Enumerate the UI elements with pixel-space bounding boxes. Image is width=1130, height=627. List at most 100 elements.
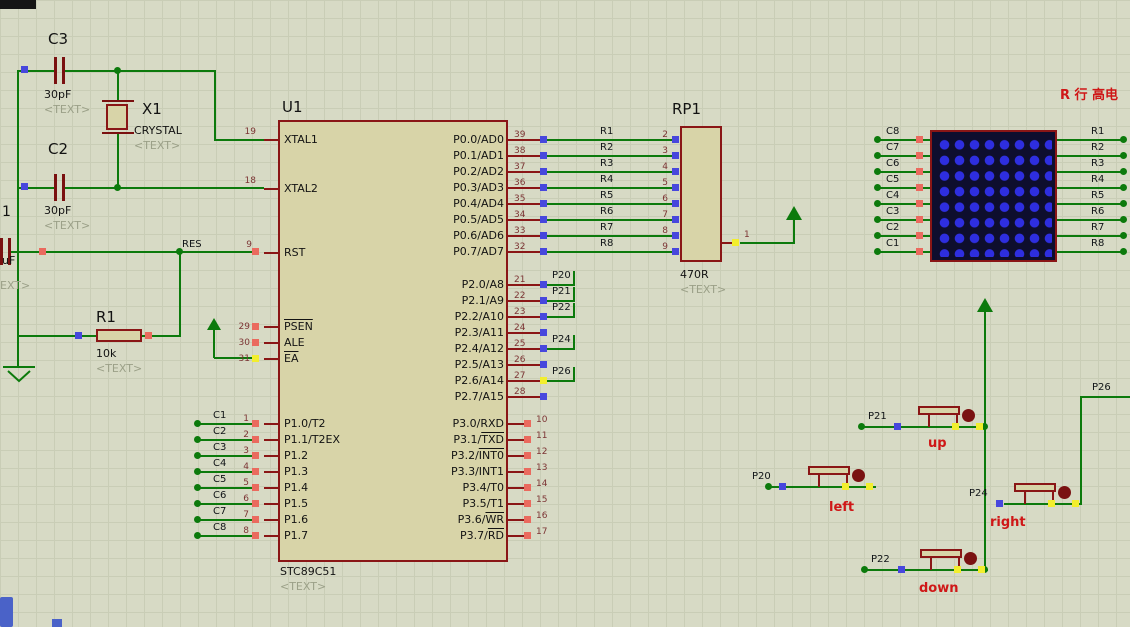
state-marker [252, 452, 259, 459]
wire[interactable] [573, 367, 575, 382]
power-arrow-icon[interactable] [207, 318, 221, 330]
wire[interactable] [547, 348, 575, 350]
state-marker [916, 136, 923, 143]
wire[interactable] [1057, 187, 1125, 189]
crystal-x1-body[interactable] [106, 104, 128, 130]
button-up-symbol[interactable] [916, 404, 986, 432]
state-marker [672, 184, 679, 191]
button-down-symbol[interactable] [918, 547, 988, 575]
wire[interactable] [18, 335, 96, 337]
pin-stub[interactable] [264, 326, 278, 328]
pin-stub[interactable] [264, 252, 278, 254]
pin-stub[interactable] [264, 358, 278, 360]
pin-name: P1.2 [284, 449, 309, 462]
pin-stub[interactable] [508, 455, 524, 457]
pin-row: P0.3/AD3 36 R4 5 [340, 174, 680, 196]
pin-stub[interactable] [508, 503, 524, 505]
button-left-symbol[interactable] [806, 464, 876, 492]
pin-stub[interactable] [264, 439, 278, 441]
wire[interactable] [573, 303, 575, 318]
wire[interactable] [861, 426, 916, 428]
wire[interactable] [547, 316, 575, 318]
wire[interactable] [11, 251, 41, 253]
capacitor-c3-plate[interactable] [54, 57, 57, 84]
u1-p0-pins: P0.0/AD0 39 R1 2 P0.1/AD1 38 R2 3 P0.2/A… [340, 126, 680, 260]
pin-stub[interactable] [264, 423, 278, 425]
crystal-plate[interactable] [102, 100, 134, 102]
wire[interactable] [1057, 219, 1125, 221]
wire[interactable] [65, 70, 216, 72]
pin-stub[interactable] [508, 471, 524, 473]
power-arrow-icon[interactable] [786, 206, 802, 220]
pin-stub[interactable] [508, 423, 524, 425]
state-marker [524, 516, 531, 523]
wire[interactable] [984, 312, 986, 572]
rp1-body[interactable] [680, 126, 722, 262]
wire[interactable] [17, 70, 19, 367]
button-bar [1014, 483, 1056, 492]
pin-number: 29 [238, 322, 250, 332]
text-placeholder: <TEXT> [96, 362, 143, 375]
pin-stub[interactable] [508, 519, 524, 521]
pin-stub[interactable] [508, 535, 524, 537]
wire[interactable] [793, 220, 795, 244]
ground-icon[interactable] [2, 366, 36, 383]
pin-stub[interactable] [722, 242, 732, 244]
wire[interactable] [1057, 251, 1125, 253]
pin-stub[interactable] [264, 535, 278, 537]
wire[interactable] [117, 134, 119, 188]
wire[interactable] [1057, 155, 1125, 157]
pin-row: C5 [874, 174, 930, 196]
wire[interactable] [573, 271, 575, 286]
component-ref: RP1 [672, 100, 702, 118]
pin-stub[interactable] [264, 455, 278, 457]
wire[interactable] [215, 139, 264, 141]
pin-number: 39 [514, 130, 526, 140]
wire[interactable] [547, 380, 575, 382]
wire[interactable] [1004, 503, 1012, 505]
text-placeholder: <TEXT> [680, 283, 727, 296]
pin-name: P2.7/A15 [454, 390, 504, 403]
wire[interactable] [179, 251, 181, 337]
pin-row: C7 [874, 142, 930, 164]
wire[interactable] [573, 335, 575, 350]
wire[interactable] [46, 251, 256, 253]
pin-number: 33 [514, 226, 526, 236]
window-corner-bar [0, 0, 36, 9]
pin-stub[interactable] [264, 519, 278, 521]
wire[interactable] [1057, 235, 1125, 237]
wire[interactable] [117, 70, 119, 102]
button-label: left [829, 500, 855, 515]
power-arrow-icon[interactable] [977, 298, 993, 312]
w wire[interactable] [864, 569, 918, 571]
pin-stub[interactable] [264, 487, 278, 489]
wire[interactable] [1057, 171, 1125, 173]
pin-name: XTAL1 [284, 133, 318, 146]
pin-stub[interactable] [264, 188, 278, 190]
pin-name: P3.1/TXD [340, 432, 504, 448]
pin-stub[interactable] [264, 503, 278, 505]
pin-stub[interactable] [264, 139, 278, 141]
wire[interactable] [740, 242, 794, 244]
wire[interactable] [1057, 139, 1125, 141]
wire[interactable] [573, 287, 575, 302]
pin-stub[interactable] [508, 487, 524, 489]
wire[interactable] [65, 187, 264, 189]
wire[interactable] [213, 330, 215, 358]
state-marker [916, 200, 923, 207]
resistor-r1-body[interactable] [96, 329, 142, 342]
led-matrix[interactable] [930, 130, 1057, 262]
net-label: R1 [600, 126, 614, 137]
wire[interactable] [1057, 203, 1125, 205]
pin-name-overline: INT0 [478, 449, 504, 462]
pin-stub[interactable] [264, 342, 278, 344]
wire[interactable] [768, 486, 806, 488]
wire[interactable] [214, 70, 216, 141]
wire[interactable] [1080, 396, 1082, 505]
button-right-symbol[interactable] [1012, 481, 1082, 509]
pin-stub[interactable] [508, 439, 524, 441]
net-label: R4 [1091, 174, 1105, 185]
wire[interactable] [1081, 396, 1130, 398]
capacitor-c2-plate[interactable] [54, 174, 57, 201]
pin-stub[interactable] [264, 471, 278, 473]
